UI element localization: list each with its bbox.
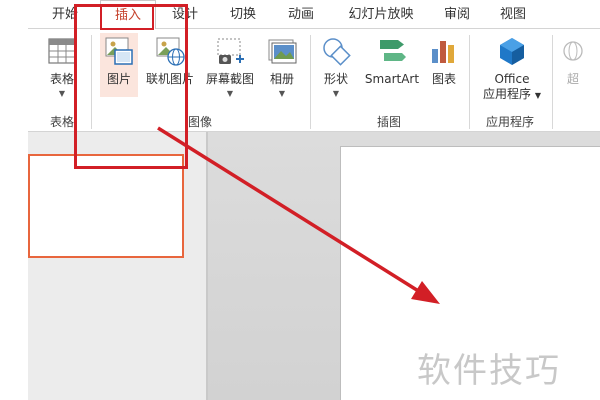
shapes-button[interactable]: 形状 ▼ (318, 33, 354, 99)
chevron-down-icon: ▼ (278, 89, 286, 98)
tab-animations[interactable]: 动画 (278, 0, 324, 29)
office-apps-label-line1: Office (494, 72, 530, 86)
ribbon-tab-bar: 开始 插入 设计 切换 动画 幻灯片放映 审阅 视图 (28, 0, 600, 30)
smartart-label: SmartArt (364, 72, 420, 86)
chevron-down-icon: ▼ (58, 89, 66, 98)
smartart-button[interactable]: SmartArt (362, 33, 422, 87)
tab-slideshow[interactable]: 幻灯片放映 (336, 0, 426, 29)
picture-button[interactable]: 图片 (100, 33, 138, 97)
group-separator (469, 35, 470, 129)
hyperlink-label: 超 (566, 72, 579, 86)
chevron-down-icon: ▼ (332, 89, 340, 98)
office-apps-label-line2: 应用程序 ▼ (483, 87, 541, 101)
office-store-icon (495, 33, 529, 69)
picture-icon (102, 33, 136, 69)
photo-album-icon (265, 33, 299, 69)
chart-button[interactable]: 图表 (426, 33, 462, 87)
group-separator (91, 35, 92, 129)
table-icon (45, 33, 79, 69)
left-edge (0, 0, 28, 400)
group-separator (310, 35, 311, 129)
tab-home[interactable]: 开始 (40, 0, 90, 29)
group-label-illustrations: 插图 (377, 115, 402, 129)
online-picture-icon (153, 33, 187, 69)
slide-thumbnail[interactable] (28, 154, 184, 258)
screenshot-icon (213, 33, 247, 69)
table-label: 表格 (49, 72, 74, 86)
photo-album-label: 相册 (269, 72, 294, 86)
hyperlink-button[interactable]: 超 (558, 33, 588, 87)
watermark-text: 软件技巧 (417, 351, 561, 391)
tab-design[interactable]: 设计 (162, 0, 208, 29)
smartart-icon (375, 33, 409, 69)
group-label-images: 图像 (188, 115, 213, 129)
tab-review[interactable]: 审阅 (434, 0, 480, 29)
chevron-down-icon: ▼ (226, 89, 234, 98)
office-apps-button[interactable]: Office 应用程序 ▼ (478, 33, 546, 103)
tab-view[interactable]: 视图 (490, 0, 536, 29)
tab-transitions[interactable]: 切换 (220, 0, 266, 29)
chart-label: 图表 (431, 72, 456, 86)
group-label-apps: 应用程序 (486, 115, 535, 129)
table-button[interactable]: 表格 ▼ (44, 33, 80, 99)
screenshot-button[interactable]: 屏幕截图 ▼ (202, 33, 258, 99)
photo-album-button[interactable]: 相册 ▼ (264, 33, 300, 99)
chart-icon (427, 33, 461, 69)
ribbon-insert: 表格 ▼ 表格 图片 联机图片 屏幕截图 ▼ 相册 ▼ 图像 形状 ▼ Smar… (28, 29, 600, 132)
screenshot-label: 屏幕截图 (205, 72, 254, 86)
picture-label: 图片 (106, 72, 131, 86)
online-picture-button[interactable]: 联机图片 (144, 33, 196, 87)
group-label-tables: 表格 (50, 115, 75, 129)
shapes-icon (319, 33, 353, 69)
group-separator (552, 35, 553, 129)
globe-link-icon (556, 33, 590, 69)
tab-insert[interactable]: 插入 (100, 0, 156, 30)
online-picture-label: 联机图片 (145, 72, 194, 86)
shapes-label: 形状 (323, 72, 348, 86)
